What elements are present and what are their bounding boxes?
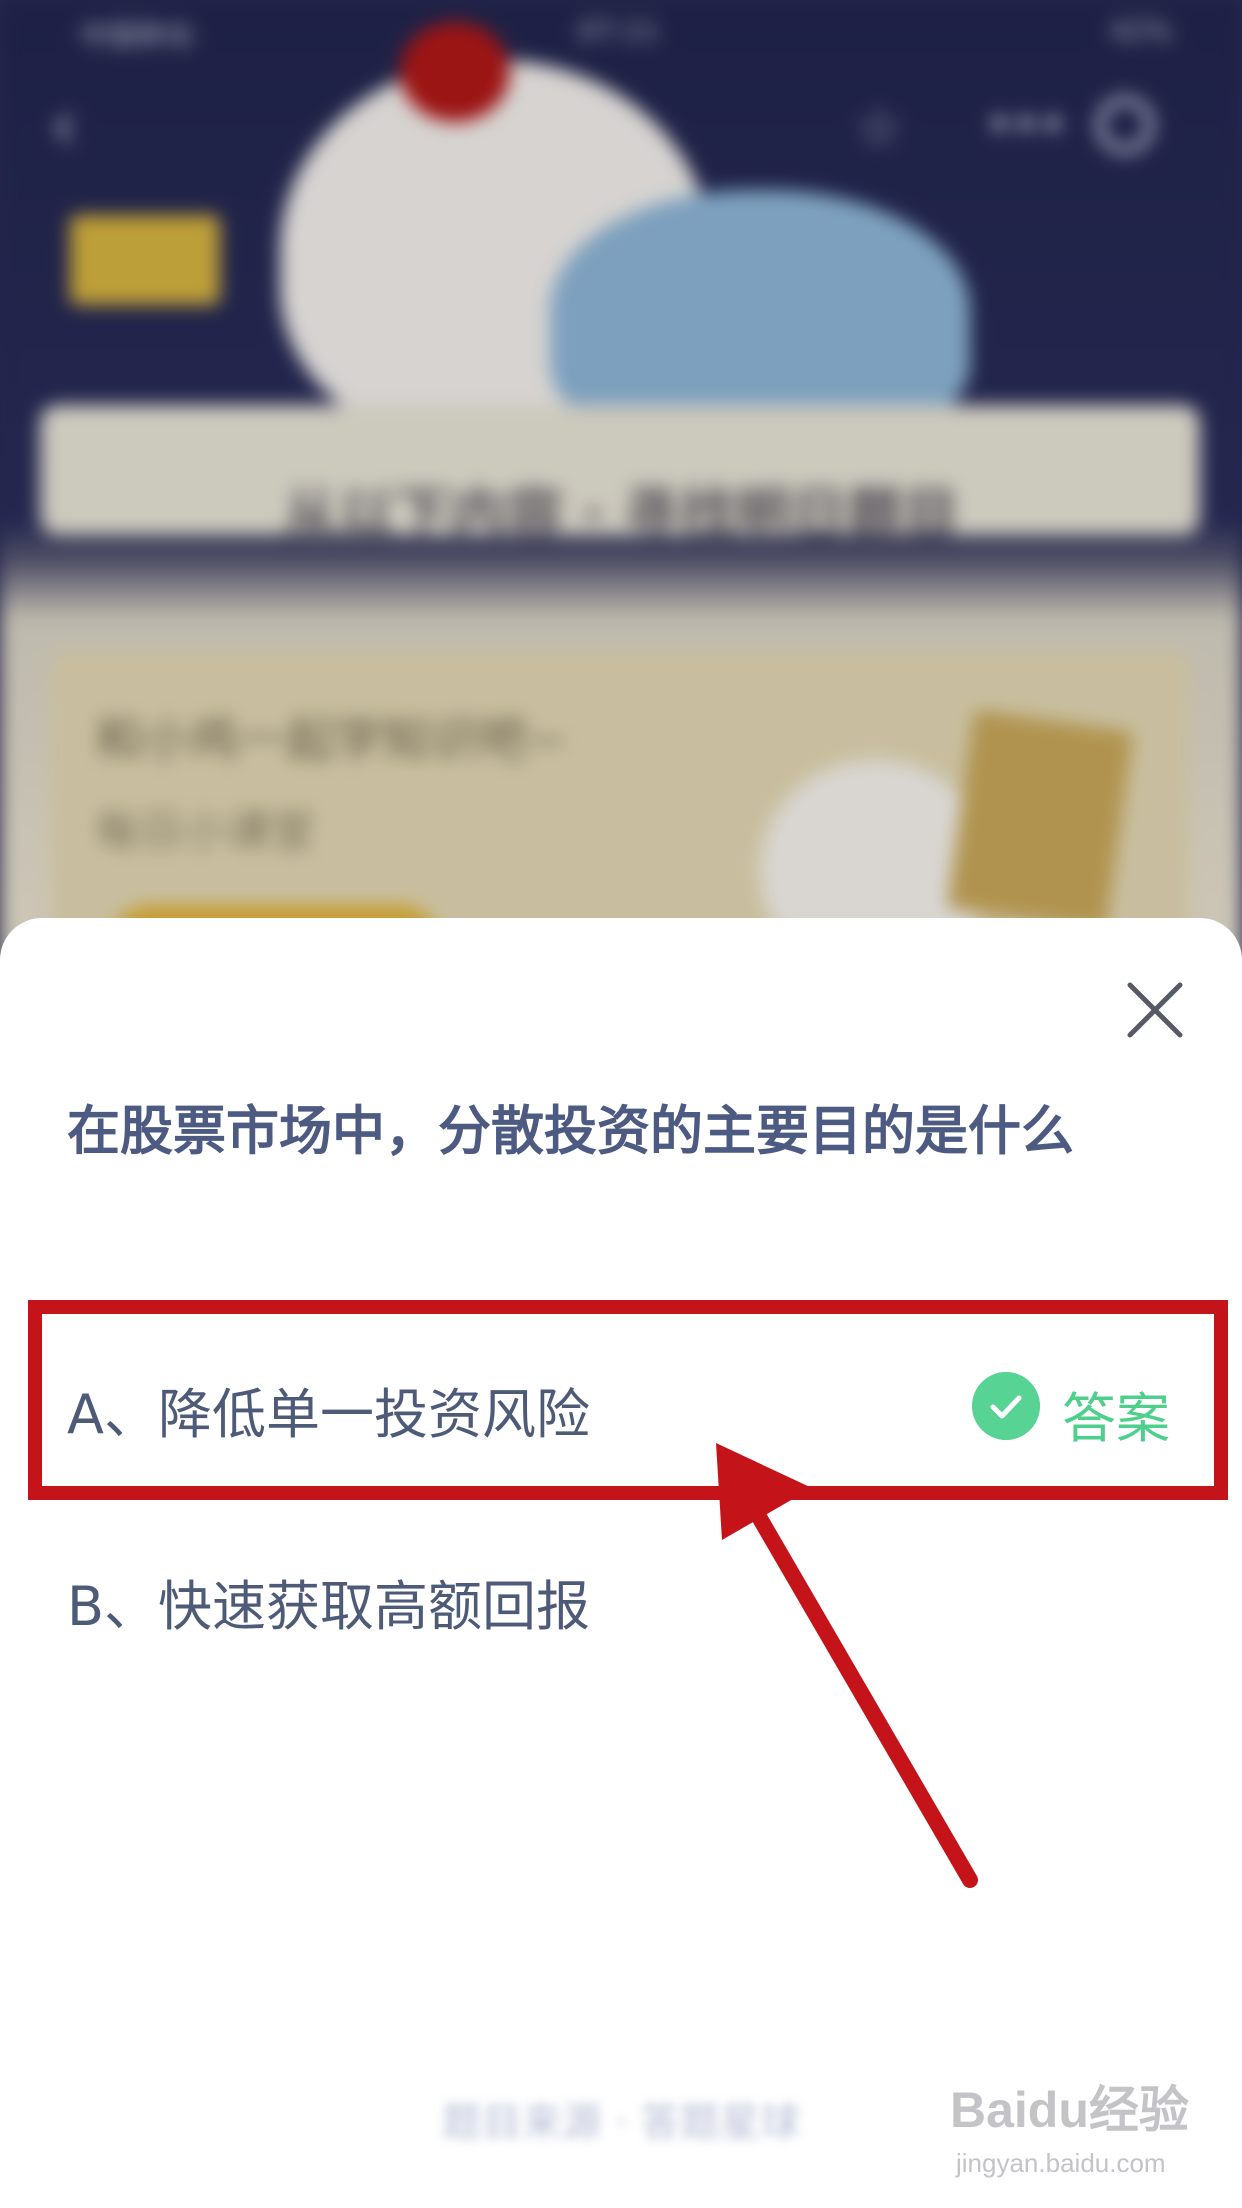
option-b-label: B、快速获取高额回报 — [67, 1575, 591, 1638]
answer-highlight-box — [28, 1300, 1228, 1500]
option-b[interactable]: B、快速获取高额回报 — [0, 1532, 1242, 1662]
baidu-watermark: Baidu经验 jingyan.baidu.com — [950, 2070, 1220, 2190]
quiz-question: 在股票市场中，分散投资的主要目的是什么 — [67, 1101, 1074, 1162]
watermark-main: Baidu经验 — [950, 2082, 1189, 2138]
close-icon[interactable] — [1120, 975, 1190, 1045]
watermark-sub: jingyan.baidu.com — [956, 2148, 1166, 2178]
